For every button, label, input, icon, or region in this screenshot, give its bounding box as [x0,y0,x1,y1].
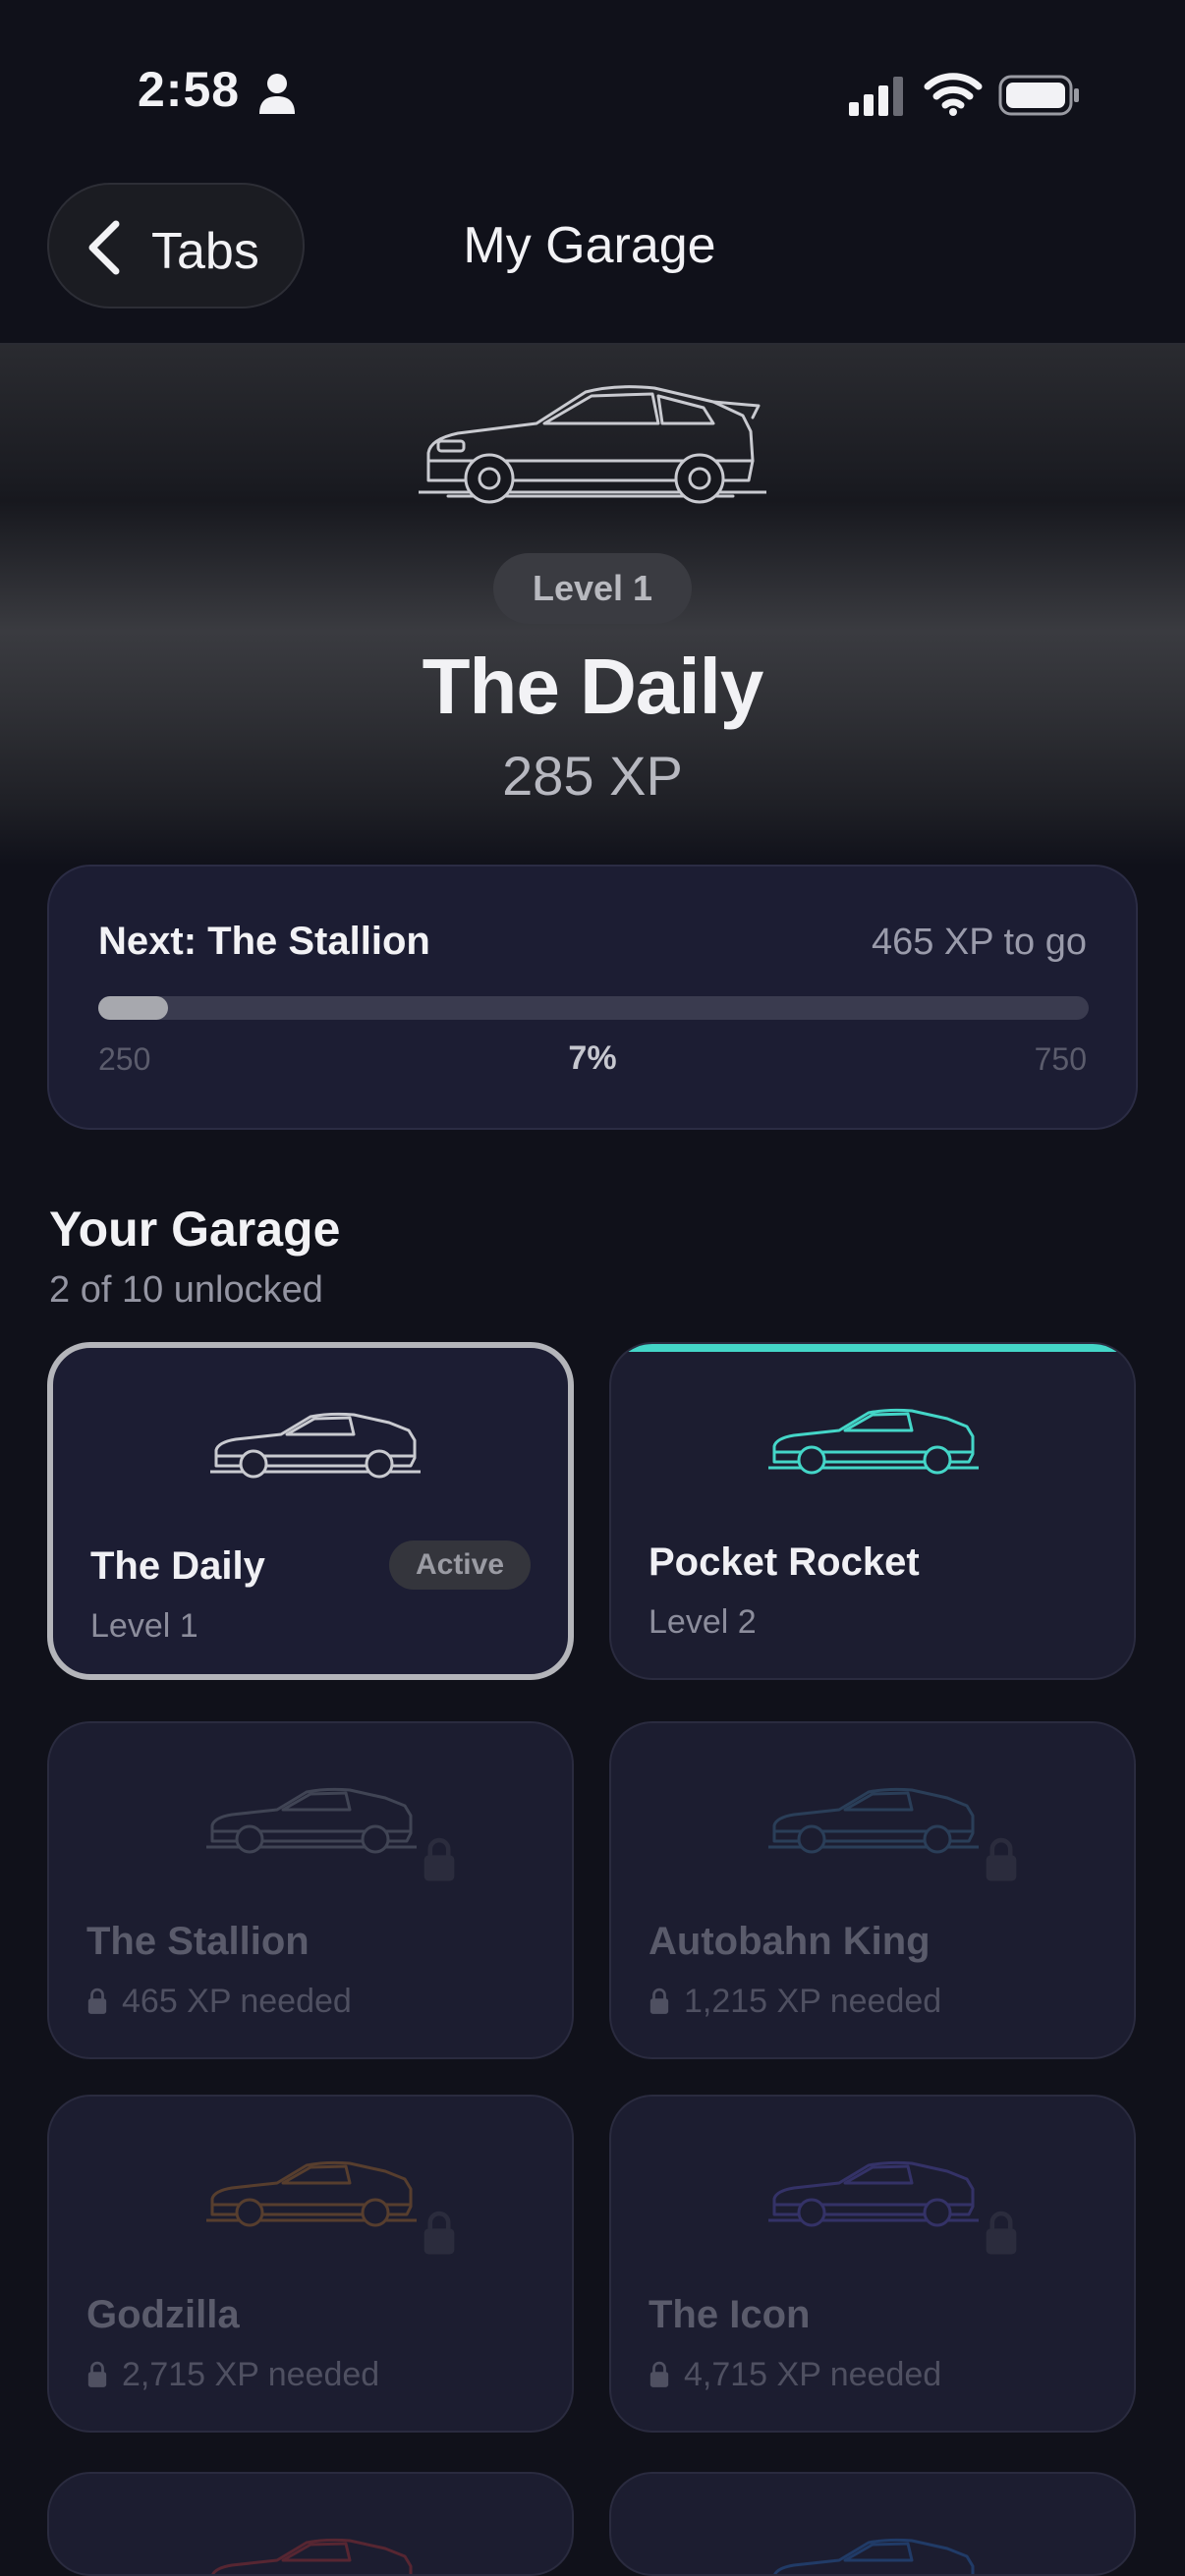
car-silhouette-icon [211,2538,413,2574]
car-name: Godzilla [86,2293,240,2336]
lock-icon [423,2211,455,2255]
lock-icon [649,1988,669,2014]
garage-car-tile[interactable] [47,2472,574,2576]
progress-bar [98,996,1089,1020]
car-outline-icon [419,385,766,504]
lock-icon [87,1988,107,2014]
car-level-label: Level 2 [649,1603,757,1641]
car-name: The Icon [649,2293,811,2336]
car-level-label: Level 1 [90,1607,198,1645]
car-silhouette-icon [766,1787,981,1854]
car-silhouette-icon [773,2538,975,2574]
cellular-signal-icon [849,77,903,116]
page-title-text: My Garage [463,217,716,274]
garage-car-tile[interactable]: The Icon 4,715 XP needed [609,2095,1136,2433]
garage-car-tile[interactable]: Pocket Rocket Level 2 [609,1342,1136,1680]
active-badge: Active [389,1540,531,1590]
car-silhouette-icon [208,1412,423,1479]
garage-car-tile[interactable]: The Daily Level 1 Active [47,1342,574,1680]
car-name: Pocket Rocket [649,1540,920,1584]
current-car-name: The Daily [422,643,764,730]
xp-needed-text: 2,715 XP needed [122,2356,380,2393]
next-car-label: Next: The Stallion [98,920,430,963]
xp-total: 285 XP [502,745,683,807]
xp-needed-text: 1,215 XP needed [684,1983,942,2020]
xp-needed-label: 465 XP needed [86,1983,352,2024]
garage-car-tile[interactable]: Autobahn King 1,215 XP needed [609,1721,1136,2059]
person-icon [259,74,295,114]
lock-icon [986,1837,1017,1881]
nav-bar: Tabs My Garage [0,177,1185,344]
car-name: The Stallion [86,1920,310,1963]
lock-icon [649,2361,669,2387]
wifi-icon [924,73,983,116]
car-name: Autobahn King [649,1920,931,1963]
car-name: The Daily [90,1544,265,1588]
page-title: My Garage [0,216,1185,275]
car-silhouette-icon [204,1787,419,1854]
progress-percent: 7% [568,1039,617,1077]
xp-needed-label: 4,715 XP needed [649,2356,941,2397]
car-silhouette-icon [766,2160,981,2227]
progress-bar-fill [98,996,168,1020]
lock-icon [986,2211,1017,2255]
next-level-progress-card: Next: The Stallion 465 XP to go 250 7% 7… [47,865,1138,1130]
status-bar: 2:58 [0,0,1185,187]
xp-needed-label: 2,715 XP needed [86,2356,379,2397]
xp-needed-text: 4,715 XP needed [684,2356,942,2393]
current-car-hero: Level 1 The Daily 285 XP [0,343,1185,866]
garage-car-tile[interactable]: The Stallion 465 XP needed [47,1721,574,2059]
level-badge: Level 1 [493,553,692,624]
lock-icon [87,2361,107,2387]
garage-car-tile[interactable] [609,2472,1136,2576]
lock-icon [423,1837,455,1881]
car-silhouette-icon [766,1408,981,1475]
xp-needed-label: 1,215 XP needed [649,1983,941,2024]
xp-to-go: 465 XP to go [871,922,1087,963]
car-silhouette-icon [204,2160,419,2227]
garage-car-tile[interactable]: Godzilla 2,715 XP needed [47,2095,574,2433]
progress-max: 750 [1034,1041,1087,1077]
status-time: 2:58 [138,62,241,117]
garage-section-title: Your Garage [49,1202,341,1257]
unlocked-accent-stripe [611,1344,1134,1352]
xp-needed-text: 465 XP needed [122,1983,352,2020]
battery-icon [998,75,1079,116]
garage-unlocked-count: 2 of 10 unlocked [49,1269,323,1311]
